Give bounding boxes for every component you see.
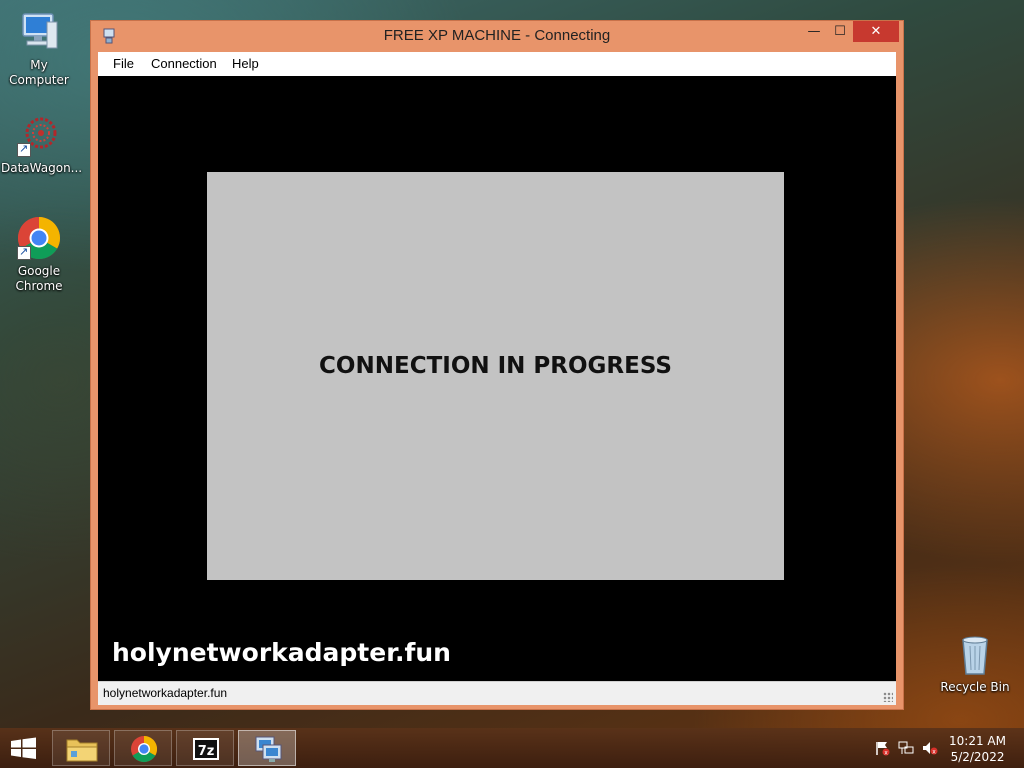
windows-logo-icon [11, 737, 36, 759]
chrome-icon [17, 216, 61, 260]
volume-muted-icon[interactable]: x [922, 740, 938, 756]
close-button[interactable]: ✕ [853, 21, 899, 42]
taskbar-file-explorer[interactable] [52, 730, 110, 766]
taskbar-chrome[interactable] [114, 730, 172, 766]
shortcut-arrow-icon [17, 141, 31, 157]
shortcut-arrow-icon [17, 244, 31, 260]
datawagon-icon [17, 113, 61, 157]
taskbar-remote-desktop[interactable] [238, 730, 296, 766]
menu-help[interactable]: Help [232, 56, 259, 71]
desktop-icon-label: Google Chrome [15, 264, 63, 293]
menu-file[interactable]: File [113, 56, 134, 71]
menu-connection[interactable]: Connection [151, 56, 217, 71]
desktop-icon-google-chrome[interactable]: Google Chrome [1, 216, 77, 294]
action-center-flag-icon[interactable]: x [874, 740, 890, 757]
system-clock[interactable]: 10:21 AM 5/2/2022 [949, 733, 1006, 765]
svg-text:x: x [884, 750, 888, 757]
window-title: FREE XP MACHINE - Connecting [383, 27, 611, 44]
network-icon[interactable] [898, 740, 914, 756]
minimize-button[interactable]: — [801, 21, 827, 42]
desktop-icon-label: Recycle Bin [940, 680, 1010, 694]
status-text: holynetworkadapter.fun [103, 686, 228, 700]
status-bar: holynetworkadapter.fun [98, 681, 896, 705]
maximize-button[interactable]: ☐ [827, 21, 853, 42]
connection-panel: CONNECTION IN PROGRESS [207, 172, 784, 580]
taskbar-7zip[interactable]: 7z [176, 730, 234, 766]
desktop-icon-label: My Computer [9, 58, 69, 87]
desktop-icon-datawagon[interactable]: DataWagon... [1, 113, 83, 176]
site-watermark: holynetworkadapter.fun [112, 638, 451, 667]
menu-bar: File Connection Help [98, 52, 896, 76]
chrome-icon [131, 735, 158, 763]
remote-desktop-icon [255, 736, 282, 762]
computer-icon [17, 10, 61, 54]
connection-message: CONNECTION IN PROGRESS [319, 353, 672, 379]
7zip-icon: 7z [193, 738, 219, 760]
desktop-icon-label: DataWagon... [1, 161, 83, 175]
clock-date: 5/2/2022 [950, 750, 1005, 764]
desktop-icon-recycle-bin[interactable]: Recycle Bin [937, 632, 1013, 695]
recycle-bin-icon [953, 632, 997, 676]
resize-grip-icon[interactable] [883, 692, 893, 702]
svg-text:7z: 7z [198, 744, 215, 759]
taskbar: 7z x x 10:21 AM 5/2/2022 [0, 728, 1024, 768]
svg-text:x: x [932, 749, 936, 756]
title-bar[interactable]: FREE XP MACHINE - Connecting — ☐ ✕ [91, 21, 903, 52]
clock-time: 10:21 AM [949, 734, 1006, 748]
desktop-icon-my-computer[interactable]: My Computer [1, 10, 77, 88]
remote-display[interactable]: CONNECTION IN PROGRESS holynetworkadapte… [98, 76, 896, 681]
start-button[interactable] [0, 728, 48, 768]
app-window: FREE XP MACHINE - Connecting — ☐ ✕ File … [90, 20, 904, 710]
folder-icon [66, 739, 98, 762]
